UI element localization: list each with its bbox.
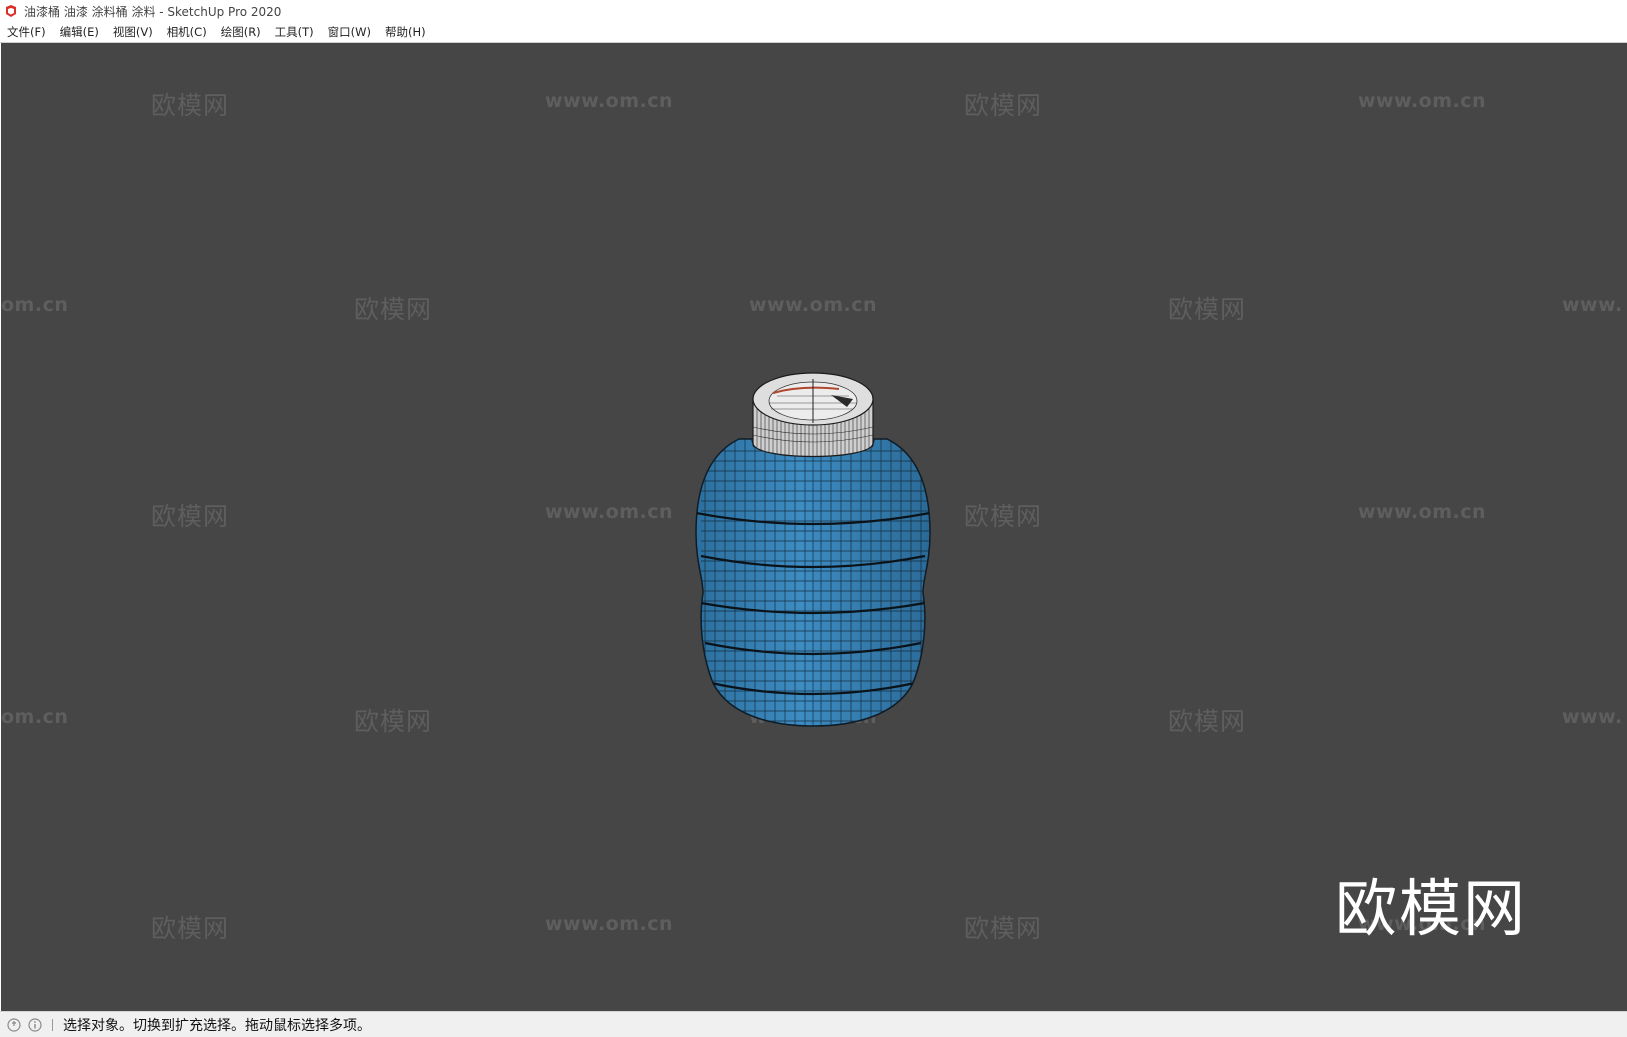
menu-tools[interactable]: 工具(T) <box>268 22 321 42</box>
sketchup-icon <box>6 5 16 17</box>
menu-draw[interactable]: 绘图(R) <box>214 22 268 42</box>
menu-window[interactable]: 窗口(W) <box>321 22 378 42</box>
info-icon[interactable] <box>28 1017 42 1032</box>
bucket-lid <box>752 372 874 458</box>
menu-bar: 文件(F) 编辑(E) 视图(V) 相机(C) 绘图(R) 工具(T) 窗口(W… <box>0 22 1627 43</box>
menu-help[interactable]: 帮助(H) <box>378 22 433 42</box>
geo-location-icon[interactable] <box>7 1017 21 1032</box>
status-separator <box>52 1018 53 1031</box>
menu-file[interactable]: 文件(F) <box>0 22 53 42</box>
window-title: 油漆桶 油漆 涂料桶 涂料 - SketchUp Pro 2020 <box>24 4 282 19</box>
title-bar: 油漆桶 油漆 涂料桶 涂料 - SketchUp Pro 2020 <box>0 0 1627 22</box>
status-bar: 选择对象。切换到扩充选择。拖动鼠标选择多项。 <box>0 1011 1627 1037</box>
brand-logo: 欧模网 <box>1335 872 1528 945</box>
status-text: 选择对象。切换到扩充选择。拖动鼠标选择多项。 <box>63 1017 371 1034</box>
menu-view[interactable]: 视图(V) <box>106 22 160 42</box>
menu-edit[interactable]: 编辑(E) <box>53 22 106 42</box>
menu-camera[interactable]: 相机(C) <box>160 22 214 42</box>
model-viewport[interactable]: 欧模网 www.om.cn 欧模网 www.om.cn om.cn 欧模网 ww… <box>1 43 1627 1011</box>
